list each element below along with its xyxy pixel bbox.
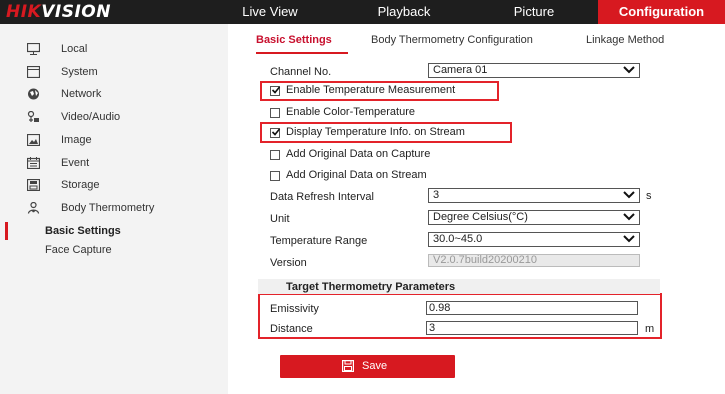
nav-configuration[interactable]: Configuration [598, 0, 725, 24]
checkbox-label: Enable Color-Temperature [286, 106, 416, 118]
checkbox-box[interactable] [270, 150, 280, 160]
version-label: Version [270, 257, 307, 269]
tab-bar: Basic Settings Body Thermometry Configur… [228, 24, 725, 54]
sidebar-subitem-label: Basic Settings [45, 225, 121, 237]
chevron-down-icon [623, 191, 635, 199]
checkmark-icon [271, 86, 281, 94]
chevron-down-icon [623, 66, 635, 74]
hikvision-logo: HIKVISION [6, 2, 111, 22]
sidebar-item-image[interactable]: Image [0, 131, 228, 151]
sidebar-item-network[interactable]: Network [0, 85, 228, 105]
temperature-range-value: 30.0~45.0 [433, 233, 483, 245]
logo-white-part: VISION [41, 2, 111, 22]
checkbox-label: Add Original Data on Stream [286, 169, 427, 181]
sidebar-item-label: Image [61, 134, 92, 146]
version-field: V2.0.7build20200210 [428, 254, 640, 267]
tab-body-thermometry-configuration[interactable]: Body Thermometry Configuration [371, 34, 533, 46]
globe-icon [28, 88, 39, 100]
sidebar-item-label: Body Thermometry [61, 202, 155, 214]
unit-select-value: Degree Celsius(°C) [433, 211, 528, 223]
save-icon [342, 360, 354, 372]
video-audio-icon [27, 111, 39, 122]
sidebar-item-label: System [61, 66, 98, 78]
channel-select[interactable]: Camera 01 [428, 63, 640, 78]
refresh-interval-label: Data Refresh Interval [270, 191, 374, 203]
active-indicator [5, 222, 8, 240]
top-bar: HIKVISION Live View Playback Picture Con… [0, 0, 725, 24]
sidebar: Local System Network Video/Audio Image E… [0, 24, 228, 394]
checkbox-label: Add Original Data on Capture [286, 148, 431, 160]
checkmark-icon [271, 128, 281, 136]
nav-playback[interactable]: Playback [360, 0, 448, 24]
chevron-down-icon [623, 213, 635, 221]
sidebar-item-label: Video/Audio [61, 111, 121, 123]
active-tab-underline [256, 52, 348, 54]
system-icon [27, 66, 40, 78]
refresh-interval-select[interactable]: 3 [428, 188, 640, 203]
main-panel: Basic Settings Body Thermometry Configur… [228, 24, 725, 394]
sidebar-item-video-audio[interactable]: Video/Audio [0, 108, 228, 128]
sidebar-item-label: Network [61, 88, 102, 100]
sidebar-subitem-label: Face Capture [45, 244, 112, 256]
emissivity-label: Emissivity [270, 303, 319, 315]
sidebar-subitem-face-capture[interactable]: Face Capture [0, 241, 228, 261]
unit-select[interactable]: Degree Celsius(°C) [428, 210, 640, 225]
save-button[interactable]: Save [280, 355, 455, 378]
calendar-icon [27, 157, 40, 169]
refresh-unit: s [646, 190, 652, 202]
sidebar-item-system[interactable]: System [0, 63, 228, 83]
nav-live-view[interactable]: Live View [226, 0, 314, 24]
chevron-down-icon [623, 235, 635, 243]
image-icon [27, 134, 40, 146]
distance-input[interactable]: 3 [426, 321, 638, 335]
thermometry-icon [27, 202, 40, 214]
checkbox-box[interactable] [270, 128, 281, 138]
sidebar-item-local[interactable]: Local [0, 40, 228, 60]
tab-basic-settings[interactable]: Basic Settings [256, 34, 332, 46]
temperature-range-select[interactable]: 30.0~45.0 [428, 232, 640, 247]
sidebar-item-storage[interactable]: Storage [0, 176, 228, 196]
channel-label: Channel No. [270, 66, 332, 78]
checkbox-label: Display Temperature Info. on Stream [286, 126, 465, 138]
target-params-header: Target Thermometry Parameters [258, 279, 660, 294]
emissivity-input[interactable]: 0.98 [426, 301, 638, 315]
checkbox-box[interactable] [270, 108, 280, 118]
target-params-title: Target Thermometry Parameters [286, 281, 456, 293]
unit-label: Unit [270, 213, 290, 225]
monitor-icon [27, 43, 40, 55]
storage-icon [27, 179, 40, 191]
checkbox-label: Enable Temperature Measurement [286, 84, 456, 96]
sidebar-subitem-basic-settings[interactable]: Basic Settings [0, 222, 228, 242]
save-button-label: Save [362, 360, 388, 372]
sidebar-item-label: Local [61, 43, 88, 55]
refresh-interval-value: 3 [433, 189, 440, 201]
checkbox-box[interactable] [270, 171, 280, 181]
distance-label: Distance [270, 323, 313, 335]
checkbox-box[interactable] [270, 86, 281, 96]
temperature-range-label: Temperature Range [270, 235, 368, 247]
logo-red-part: HIK [6, 2, 42, 22]
sidebar-item-event[interactable]: Event [0, 154, 228, 174]
tab-linkage-method[interactable]: Linkage Method [586, 34, 664, 46]
nav-picture[interactable]: Picture [490, 0, 578, 24]
channel-select-value: Camera 01 [433, 64, 488, 76]
sidebar-item-label: Storage [61, 179, 100, 191]
distance-unit: m [645, 323, 655, 335]
sidebar-item-body-thermometry[interactable]: Body Thermometry [0, 199, 228, 219]
sidebar-item-label: Event [61, 157, 90, 169]
